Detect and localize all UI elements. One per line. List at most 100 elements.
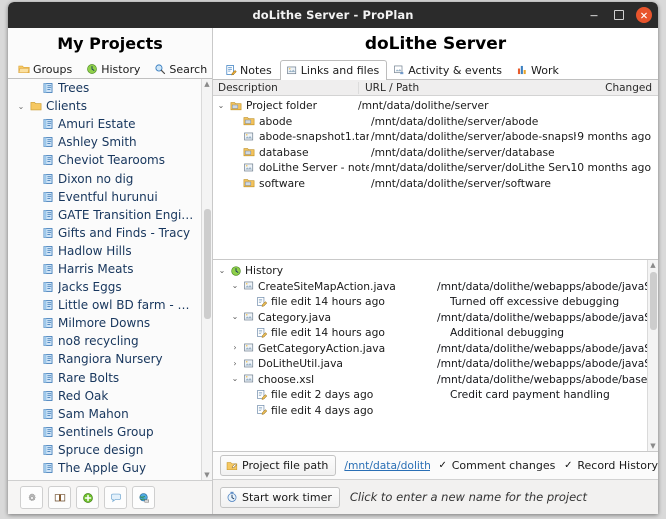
comment-changes-checkbox[interactable]: ✓ Comment changes — [438, 459, 556, 472]
tree-project-row[interactable]: GATE Transition Engineering — [8, 206, 212, 224]
scroll-down-arrow[interactable]: ▼ — [202, 470, 212, 480]
tree-project-row[interactable]: Spruce design — [8, 441, 212, 459]
project-file-path-link[interactable]: /mnt/data/dolithe/server/doLithe-Server.… — [344, 459, 429, 472]
tree-project-row[interactable]: Little owl BD farm - michael vo — [8, 296, 212, 314]
tree-project-row[interactable]: Amuri Estate — [8, 115, 212, 133]
file-row-changed: 9 months ago — [576, 130, 658, 143]
file-row[interactable]: ⌄Project folder/mnt/data/dolithe/server — [213, 98, 658, 114]
chevron-icon[interactable]: ⌄ — [217, 267, 227, 275]
tab-history[interactable]: History — [80, 59, 148, 78]
column-changed[interactable]: Changed — [577, 82, 658, 94]
file-row[interactable]: abode-snapshot1.tar.gz/mnt/data/dolithe/… — [213, 129, 658, 145]
tree-project-row[interactable]: Trees — [8, 79, 212, 97]
chevron-down-icon[interactable]: ⌄ — [16, 102, 26, 111]
file-row[interactable]: doLithe Server - notes.html/mnt/data/dol… — [213, 160, 658, 176]
project-rename-hint[interactable]: Click to enter a new name for the projec… — [350, 490, 587, 504]
settings-gear-button[interactable] — [20, 486, 43, 509]
tab-links-and-files-label: Links and files — [301, 64, 379, 77]
tree-project-row[interactable]: Harris Meats — [8, 260, 212, 278]
project-icon — [42, 317, 54, 329]
tree-project-row[interactable]: Rangiora Nursery — [8, 350, 212, 368]
chevron-icon[interactable]: › — [230, 344, 240, 352]
tree-project-row[interactable]: Sam Mahon — [8, 405, 212, 423]
tree-project-row[interactable]: Sentinels Group — [8, 423, 212, 441]
history-row[interactable]: file edit 14 hours agoAdditional debuggi… — [213, 325, 658, 341]
project-icon — [42, 154, 54, 166]
comment-button[interactable] — [104, 486, 127, 509]
tree-project-row[interactable]: no8 recycling — [8, 332, 212, 350]
history-row[interactable]: ⌄Category.java/mnt/data/dolithe/webapps/… — [213, 310, 658, 326]
history-row[interactable]: file edit 4 days ago — [213, 403, 658, 419]
tree-row-label: Trees — [58, 81, 89, 95]
file-row[interactable]: database/mnt/data/dolithe/server/databas… — [213, 145, 658, 161]
history-scroll-thumb[interactable] — [650, 272, 657, 330]
scroll-up-arrow[interactable]: ▲ — [202, 79, 212, 89]
tree-project-row[interactable]: Red Oak — [8, 387, 212, 405]
project-file-path-button[interactable]: Project file path — [220, 455, 336, 476]
tab-activity-events[interactable]: Activity & events — [387, 60, 510, 79]
record-history-check-mark: ✓ — [563, 461, 573, 471]
history-scroll-down-arrow[interactable]: ▼ — [648, 441, 658, 451]
history-row[interactable]: ⌄CreateSiteMapAction.java/mnt/data/dolit… — [213, 279, 658, 295]
files-list[interactable]: ⌄Project folder/mnt/data/dolithe/servera… — [213, 96, 658, 260]
projects-title: My Projects — [8, 28, 212, 58]
chevron-icon[interactable]: ⌄ — [230, 313, 240, 321]
history-row[interactable]: file edit 2 days agoCredit card payment … — [213, 387, 658, 403]
history-row[interactable]: ⌄History — [213, 263, 658, 279]
scroll-thumb[interactable] — [204, 209, 211, 319]
start-work-timer-button[interactable]: Start work timer — [220, 487, 340, 508]
tree-row-label: Sentinels Group — [58, 425, 154, 439]
chevron-icon[interactable]: › — [230, 360, 240, 368]
tree-project-row[interactable]: Gifts and Finds - Tracy — [8, 224, 212, 242]
column-description[interactable]: Description — [213, 82, 358, 94]
history-row-label-cell: file edit 14 hours ago — [213, 295, 450, 308]
tab-search[interactable]: Search — [148, 59, 215, 78]
book-button[interactable] — [48, 486, 71, 509]
tree-project-row[interactable]: Ashley Smith — [8, 133, 212, 151]
add-button[interactable] — [76, 486, 99, 509]
tree-project-row[interactable]: Cheviot Tearooms — [8, 151, 212, 169]
projects-scrollbar[interactable]: ▲ ▼ — [201, 79, 212, 480]
file-row[interactable]: abode/mnt/data/dolithe/server/abode — [213, 114, 658, 130]
file-row[interactable]: software/mnt/data/dolithe/server/softwar… — [213, 176, 658, 192]
tree-project-row[interactable]: Milmore Downs — [8, 314, 212, 332]
file-row-description-cell: abode — [213, 115, 369, 128]
tree-project-row[interactable]: Hadlow Hills — [8, 242, 212, 260]
tree-project-row[interactable]: Jacks Eggs — [8, 278, 212, 296]
tree-project-row[interactable]: Eventful hurunui — [8, 188, 212, 206]
globe-button[interactable] — [132, 486, 155, 509]
tree-group-row[interactable]: ⌄Clients — [8, 97, 212, 115]
tree-project-row[interactable]: Dixon no dig — [8, 169, 212, 187]
history-scroll-up-arrow[interactable]: ▲ — [648, 260, 658, 270]
projects-tree[interactable]: Trees ⌄ClientsAmuri EstateAshley SmithChe… — [8, 79, 212, 480]
record-history-checkbox[interactable]: ✓ Record History — [563, 459, 658, 472]
history-row-label-cell: ›GetCategoryAction.java — [213, 342, 437, 355]
history-list[interactable]: ⌄History⌄CreateSiteMapAction.java/mnt/da… — [213, 260, 658, 452]
history-row[interactable]: ›DoLitheUtil.java/mnt/data/dolithe/webap… — [213, 356, 658, 372]
tab-groups-label: Groups — [33, 63, 72, 76]
tab-notes[interactable]: Notes — [219, 60, 280, 79]
column-url-path[interactable]: URL / Path — [358, 82, 577, 94]
close-button[interactable] — [636, 7, 652, 23]
tab-groups[interactable]: Groups — [12, 59, 80, 78]
file-row-description-cell: abode-snapshot1.tar.gz — [213, 130, 369, 143]
minimize-button[interactable] — [586, 8, 601, 23]
speech-bubble-icon — [110, 492, 122, 504]
file-row-changed: 10 months ago — [570, 161, 658, 174]
history-row[interactable]: ⌄choose.xsl/mnt/data/dolithe/webapps/abo… — [213, 372, 658, 388]
tree-project-row[interactable]: The Apple Guy — [8, 459, 212, 477]
tab-work[interactable]: Work — [510, 60, 567, 79]
tree-row-label: Harris Meats — [58, 262, 133, 276]
projects-toolbar — [8, 480, 212, 514]
history-scrollbar[interactable]: ▲ ▼ — [647, 260, 658, 451]
maximize-button[interactable] — [611, 8, 626, 23]
history-row[interactable]: file edit 14 hours agoTurned off excessi… — [213, 294, 658, 310]
tab-links-and-files[interactable]: Links and files — [280, 60, 387, 80]
tree-project-row[interactable]: Waiau — [8, 477, 212, 480]
tree-project-row[interactable]: Rare Bolts — [8, 369, 212, 387]
chevron-icon[interactable]: ⌄ — [230, 282, 240, 290]
history-row[interactable]: ›GetCategoryAction.java/mnt/data/dolithe… — [213, 341, 658, 357]
tree-row-label: GATE Transition Engineering — [58, 208, 200, 222]
chevron-down-icon[interactable]: ⌄ — [216, 102, 226, 110]
chevron-icon[interactable]: ⌄ — [230, 375, 240, 383]
